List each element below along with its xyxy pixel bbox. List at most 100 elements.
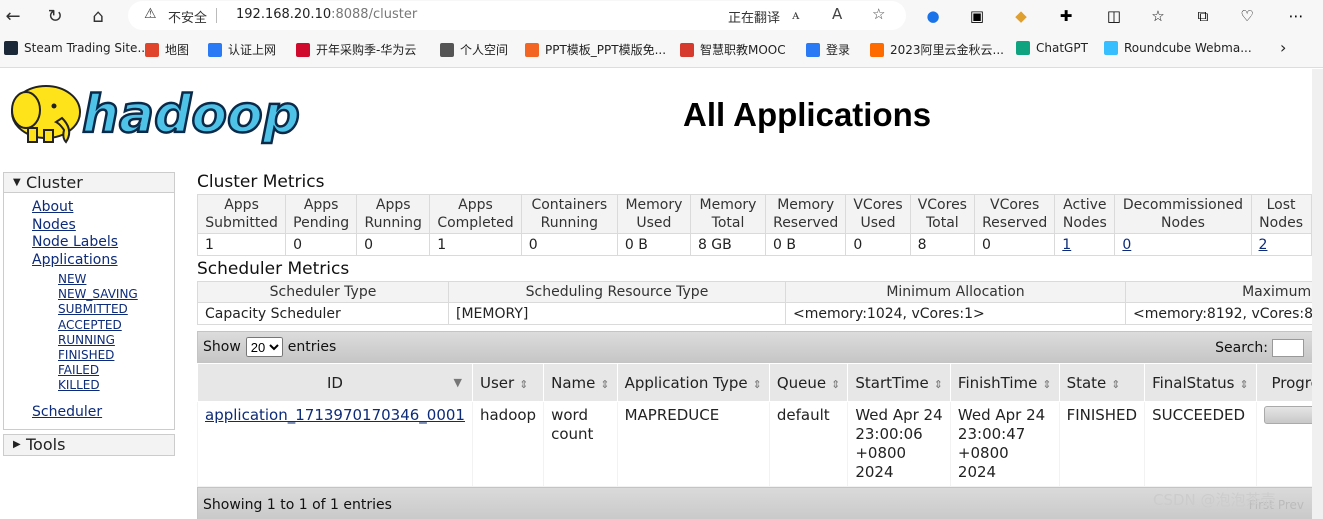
reload-icon[interactable]: ↻: [42, 3, 68, 29]
bookmark-item[interactable]: PPT模板_PPT模版免...: [525, 41, 666, 58]
sidebar-link-about[interactable]: About: [32, 199, 174, 217]
progress-bar: [1263, 406, 1312, 424]
url-text[interactable]: 192.168.20.10:8088/cluster: [236, 7, 417, 22]
column-header-state[interactable]: State ⇕: [1058, 363, 1146, 402]
metric-header: Apps Submitted: [196, 194, 287, 234]
sidebar-link-applications[interactable]: Applications: [32, 252, 174, 270]
cell-final-status: SUCCEEDED: [1144, 401, 1257, 487]
sidebar-state-accepted[interactable]: ACCEPTED: [58, 318, 174, 333]
extensions-puzzle-icon[interactable]: ✚: [1055, 5, 1077, 27]
bookmark-label: 开年采购季-华为云: [316, 43, 417, 57]
sidebar-link-nodes[interactable]: Nodes: [32, 217, 174, 235]
cluster-metrics-table: Apps Submitted Apps Pending Apps Running Apps C…: [196, 194, 1312, 256]
collections-icon[interactable]: ⧉: [1192, 5, 1214, 27]
column-header-queue[interactable]: Queue ⇕: [768, 363, 849, 402]
address-bar[interactable]: ⚠ 不安全 192.168.20.10:8088/cluster 正在翻译 ꭺ …: [128, 1, 906, 30]
bookmark-item[interactable]: Steam Trading Site...: [4, 41, 149, 55]
scheduler-metrics-title: Scheduler Metrics: [197, 259, 350, 279]
bookmark-item[interactable]: 开年采购季-华为云: [296, 41, 416, 58]
application-id-link[interactable]: application_1713970170346_0001: [205, 406, 465, 424]
extension-icon[interactable]: ●: [922, 5, 944, 27]
back-icon[interactable]: ←: [0, 3, 26, 29]
favorite-star-icon[interactable]: ☆: [872, 5, 885, 23]
favorites-icon[interactable]: ☆: [1147, 5, 1169, 27]
cluster-header[interactable]: ▼ Cluster: [4, 173, 174, 193]
bookmark-favicon-icon: [870, 42, 884, 57]
cell-state: FINISHED: [1058, 401, 1146, 487]
sidebar-state-submitted[interactable]: SUBMITTED: [58, 302, 174, 317]
metric-header: Apps Pending: [285, 194, 358, 234]
read-aloud-icon[interactable]: A: [832, 5, 842, 23]
metric-value[interactable]: 0: [1114, 233, 1252, 256]
scheduler-header: Minimum Allocation: [785, 281, 1126, 303]
sort-icon: ⇕: [1111, 377, 1121, 391]
bookmark-label: 登录: [826, 43, 851, 57]
caret-right-icon: ▶: [13, 439, 21, 451]
bookmark-favicon-icon: [4, 41, 18, 55]
column-header-final-status[interactable]: FinalStatus ⇕: [1144, 363, 1257, 402]
metric-header: Decommissioned Nodes: [1114, 194, 1252, 234]
metric-header: Containers Running: [520, 194, 618, 234]
scheduler-header: Scheduling Resource Type: [448, 281, 786, 303]
scheduler-value: <memory:1024, vCores:1>: [785, 302, 1126, 325]
home-icon[interactable]: ⌂: [85, 3, 111, 29]
bookmark-item[interactable]: 智慧职教MOOC: [680, 41, 786, 58]
table-controls: Show 20 entries Search:: [197, 331, 1312, 363]
extension-icon[interactable]: ◆: [1010, 5, 1032, 27]
sidebar-link-node-labels[interactable]: Node Labels: [32, 234, 174, 252]
split-screen-icon[interactable]: ◫: [1103, 5, 1125, 27]
bookmark-item[interactable]: ChatGPT: [1016, 41, 1088, 55]
sort-desc-icon: ▼: [453, 376, 462, 389]
caret-down-icon: ▼: [13, 177, 21, 188]
bookmark-item[interactable]: 认证上网: [208, 41, 276, 58]
cell-user: hadoop: [471, 401, 545, 487]
bookmark-item[interactable]: 个人空间: [440, 41, 508, 58]
bookmark-item[interactable]: 2023阿里云金秋云...: [870, 41, 1004, 58]
column-header-finish-time[interactable]: FinishTime ⇕: [949, 363, 1060, 402]
bookmarks-bar: Steam Trading Site... 地图 认证上网 开年采购季-华为云 个人空间…: [0, 32, 1323, 68]
applications-table: ID ▼ User ⇕ Name ⇕ Application Type ⇕ Queue ⇕…: [197, 363, 1312, 487]
bookmark-item[interactable]: 登录: [806, 41, 850, 58]
warning-icon: ⚠: [144, 6, 157, 22]
metric-value: 0 B: [616, 233, 691, 256]
chevron-right-icon[interactable]: ›: [1280, 38, 1286, 57]
column-header-start-time[interactable]: StartTime ⇕: [847, 363, 951, 402]
metric-value: 0: [845, 233, 911, 256]
cluster-metrics-title: Cluster Metrics: [197, 172, 325, 192]
vertical-scrollbar[interactable]: [1312, 69, 1323, 519]
column-header-application-type[interactable]: Application Type ⇕: [616, 363, 770, 402]
search-input[interactable]: [1272, 339, 1304, 357]
translate-icon[interactable]: ꭺ: [792, 5, 800, 23]
performance-icon[interactable]: ♡: [1236, 5, 1258, 27]
tools-header[interactable]: ▶ Tools: [4, 435, 174, 456]
metric-value: 1: [429, 233, 522, 256]
sidebar-state-failed[interactable]: FAILED: [58, 363, 174, 378]
metric-value[interactable]: 1: [1054, 233, 1116, 256]
sidebar-link-scheduler[interactable]: Scheduler: [32, 404, 174, 422]
menu-icon[interactable]: ⋯: [1285, 5, 1307, 27]
column-header-progress[interactable]: Progre: [1255, 363, 1312, 402]
column-header-name[interactable]: Name ⇕: [543, 363, 618, 402]
bookmark-label: 地图: [165, 43, 190, 57]
cluster-nav: ▼ Cluster About Nodes Node Labels Applic…: [3, 172, 175, 431]
bookmark-favicon-icon: [806, 42, 820, 57]
sort-icon: ⇕: [831, 377, 841, 391]
column-header-id[interactable]: ID ▼: [197, 363, 473, 402]
sidebar-state-running[interactable]: RUNNING: [58, 333, 174, 348]
bookmark-item[interactable]: 地图: [145, 41, 189, 58]
sidebar-state-new-saving[interactable]: NEW_SAVING: [58, 287, 174, 302]
bookmark-label: 认证上网: [228, 43, 277, 57]
metric-value: 0: [356, 233, 431, 256]
browser-toolbar: ← ↻ ⌂ ⚠ 不安全 192.168.20.10:8088/cluster 正…: [0, 0, 1323, 32]
bookmark-item[interactable]: Roundcube Webma...: [1104, 41, 1252, 55]
sort-icon: ⇕: [519, 377, 529, 391]
extension-icon[interactable]: ▣: [966, 5, 988, 27]
column-header-user[interactable]: User ⇕: [471, 363, 545, 402]
hadoop-logo[interactable]: hadoop: [4, 76, 302, 146]
entries-select[interactable]: 20: [245, 337, 283, 357]
watermark: CSDN @泡泡茶壶: [1153, 491, 1276, 509]
sidebar-state-killed[interactable]: KILLED: [58, 378, 174, 393]
sidebar-state-finished[interactable]: FINISHED: [58, 348, 174, 363]
sidebar-state-new[interactable]: NEW: [58, 272, 174, 287]
metric-value[interactable]: 2: [1250, 233, 1312, 256]
